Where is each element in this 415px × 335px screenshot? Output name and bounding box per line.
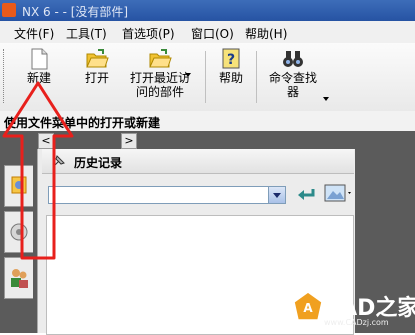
annotation-arrow — [2, 81, 74, 260]
watermark-url: www.CADzj.com — [324, 318, 389, 327]
site-watermark: A CAD之家 www.CADzj.com — [292, 290, 415, 327]
svg-text:A: A — [303, 301, 313, 315]
watermark-logo-icon: A — [293, 291, 323, 321]
